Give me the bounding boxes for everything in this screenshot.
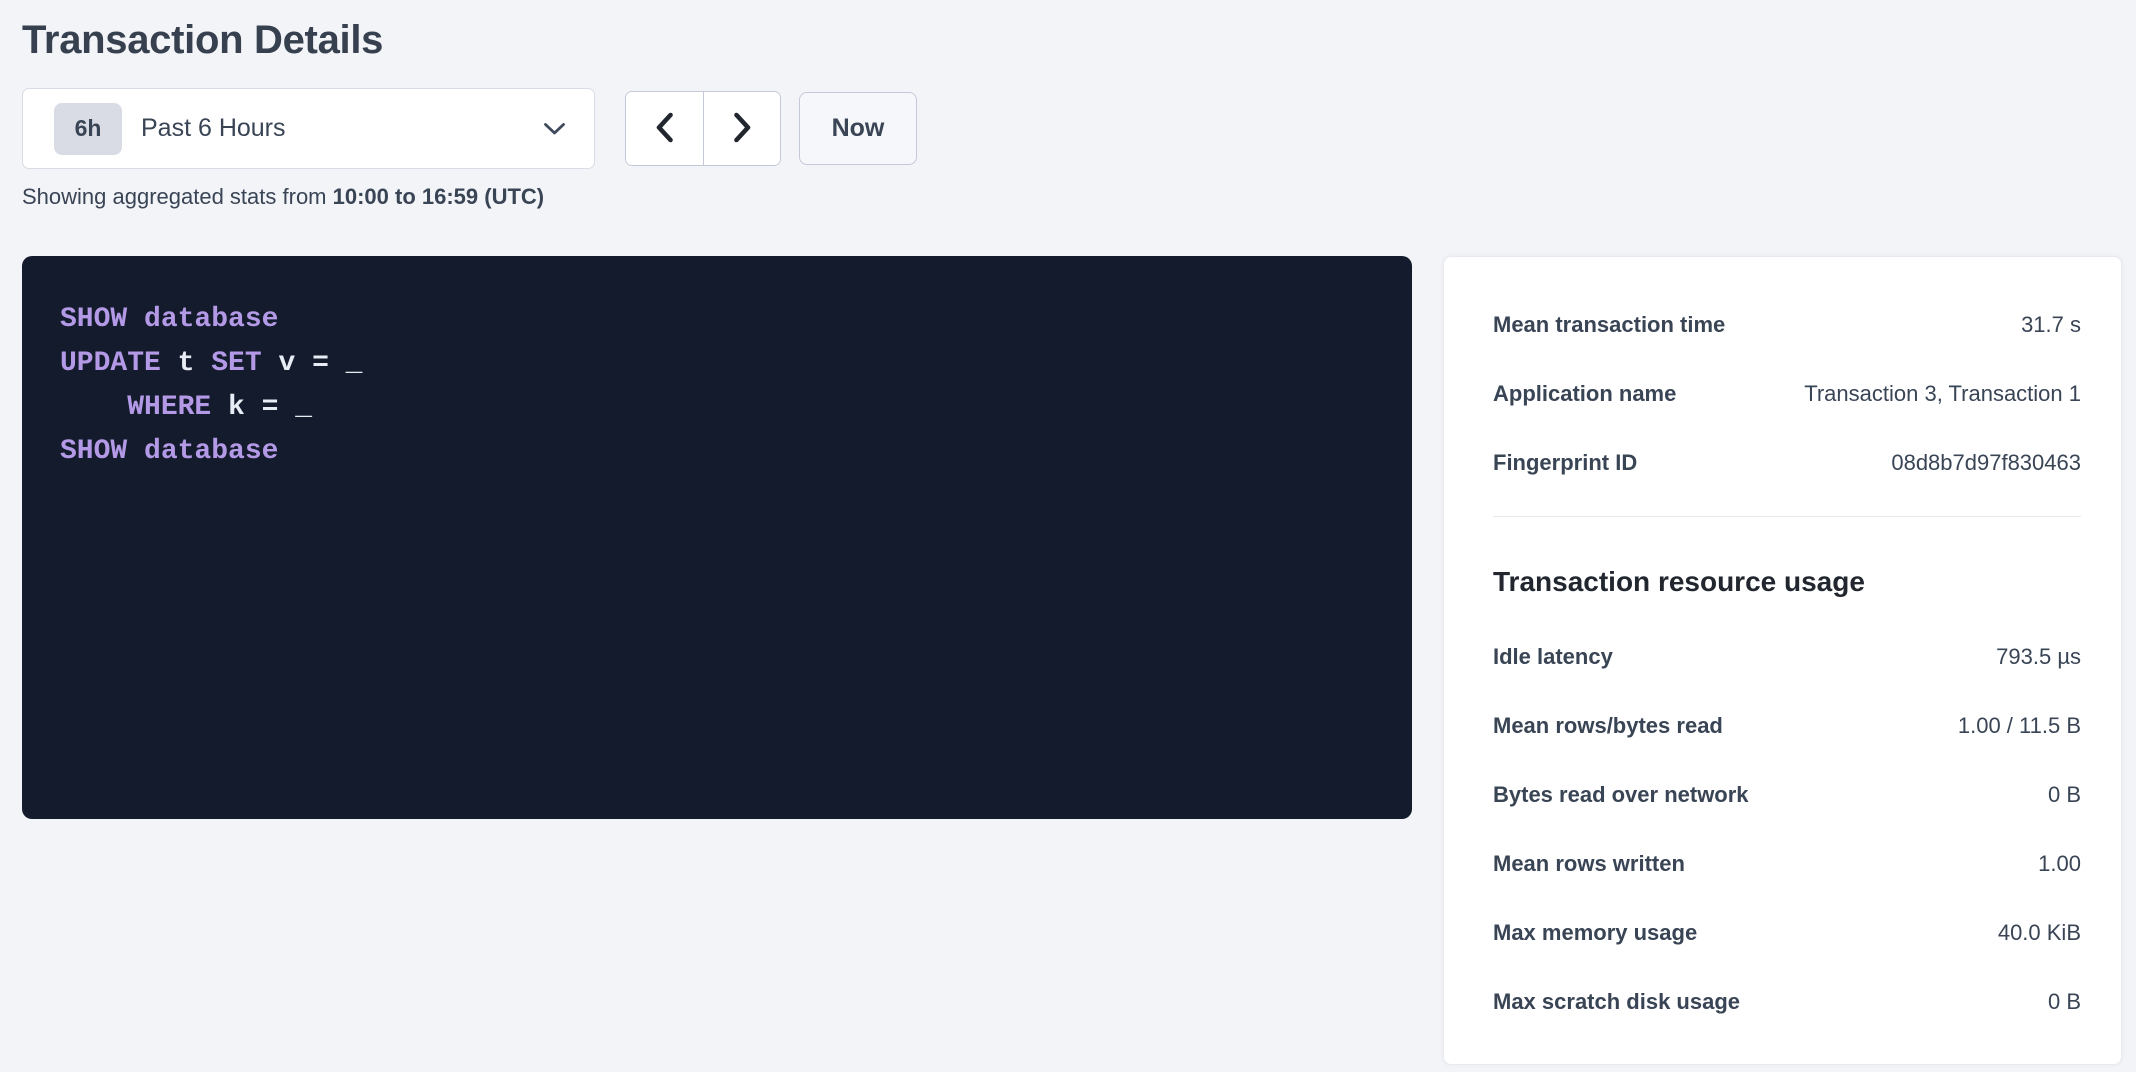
sql-token <box>60 392 127 423</box>
chevron-right-icon <box>732 112 753 146</box>
chevron-down-icon <box>543 122 566 136</box>
chevron-left-icon <box>654 112 675 146</box>
stat-row: Idle latency 793.5 µs <box>1493 641 2081 672</box>
stat-label: Mean rows/bytes read <box>1493 710 1743 741</box>
aggregation-note-prefix: Showing aggregated stats from <box>22 184 333 209</box>
sql-line: SHOW database <box>60 298 1374 342</box>
stat-value: 31.7 s <box>2021 309 2081 340</box>
card-divider <box>1493 516 2081 517</box>
aggregation-note-range: 10:00 to 16:59 (UTC) <box>333 184 545 209</box>
stat-row: Fingerprint ID 08d8b7d97f830463 <box>1493 447 2081 478</box>
stat-row: Application name Transaction 3, Transact… <box>1493 378 2081 409</box>
stat-label: Bytes read over network <box>1493 779 1769 810</box>
stat-row: Max memory usage 40.0 KiB <box>1493 917 2081 948</box>
stat-label: Fingerprint ID <box>1493 447 1657 478</box>
sql-line: WHERE k = _ <box>60 386 1374 430</box>
sql-token: t <box>161 348 211 379</box>
stat-row: Max scratch disk usage 0 B <box>1493 986 2081 1017</box>
stat-value: 1.00 / 11.5 B <box>1958 710 2081 741</box>
sql-token: SET <box>211 348 261 379</box>
resource-usage-heading: Transaction resource usage <box>1493 565 2081 599</box>
now-button[interactable]: Now <box>799 92 917 165</box>
prev-time-button[interactable] <box>626 92 703 165</box>
sql-token: v = _ <box>262 348 363 379</box>
sql-line: SHOW database <box>60 430 1374 474</box>
stat-value: 0 B <box>2048 779 2081 810</box>
stat-row: Mean rows written 1.00 <box>1493 848 2081 879</box>
sql-token: SHOW database <box>60 436 278 467</box>
sql-token: UPDATE <box>60 348 161 379</box>
aggregation-note: Showing aggregated stats from 10:00 to 1… <box>22 183 2122 210</box>
stat-row: Mean rows/bytes read 1.00 / 11.5 B <box>1493 710 2081 741</box>
next-time-button[interactable] <box>703 92 780 165</box>
stat-label: Mean rows written <box>1493 848 1705 879</box>
stat-value: 08d8b7d97f830463 <box>1891 447 2081 478</box>
time-nav-group <box>625 91 781 166</box>
sql-token: WHERE <box>127 392 211 423</box>
time-range-label: Past 6 Hours <box>141 114 286 143</box>
stat-label: Idle latency <box>1493 641 1633 672</box>
main-content: SHOW database UPDATE t SET v = _ WHERE k… <box>22 256 2122 1065</box>
stat-label: Max scratch disk usage <box>1493 986 1760 1017</box>
sql-token: k = _ <box>211 392 312 423</box>
stat-value: Transaction 3, Transaction 1 <box>1804 378 2081 409</box>
transaction-details-card: Mean transaction time 31.7 s Application… <box>1443 256 2122 1065</box>
stat-value: 0 B <box>2048 986 2081 1017</box>
stat-row: Bytes read over network 0 B <box>1493 779 2081 810</box>
transaction-statements-code: SHOW database UPDATE t SET v = _ WHERE k… <box>22 256 1412 819</box>
stat-value: 40.0 KiB <box>1998 917 2081 948</box>
stat-label: Max memory usage <box>1493 917 1717 948</box>
transaction-details-page: Transaction Details 6h Past 6 Hours <box>0 0 2136 1065</box>
stat-value: 1.00 <box>2038 848 2081 879</box>
stat-label: Application name <box>1493 378 1696 409</box>
time-range-select[interactable]: 6h Past 6 Hours <box>22 88 595 169</box>
sql-line: UPDATE t SET v = _ <box>60 342 1374 386</box>
sql-token: SHOW database <box>60 304 278 335</box>
stat-label: Mean transaction time <box>1493 309 1745 340</box>
interval-badge: 6h <box>54 103 122 155</box>
stat-row: Mean transaction time 31.7 s <box>1493 309 2081 340</box>
time-controls: 6h Past 6 Hours <box>22 88 2122 169</box>
page-title: Transaction Details <box>22 16 2122 64</box>
stat-value: 793.5 µs <box>1996 641 2081 672</box>
